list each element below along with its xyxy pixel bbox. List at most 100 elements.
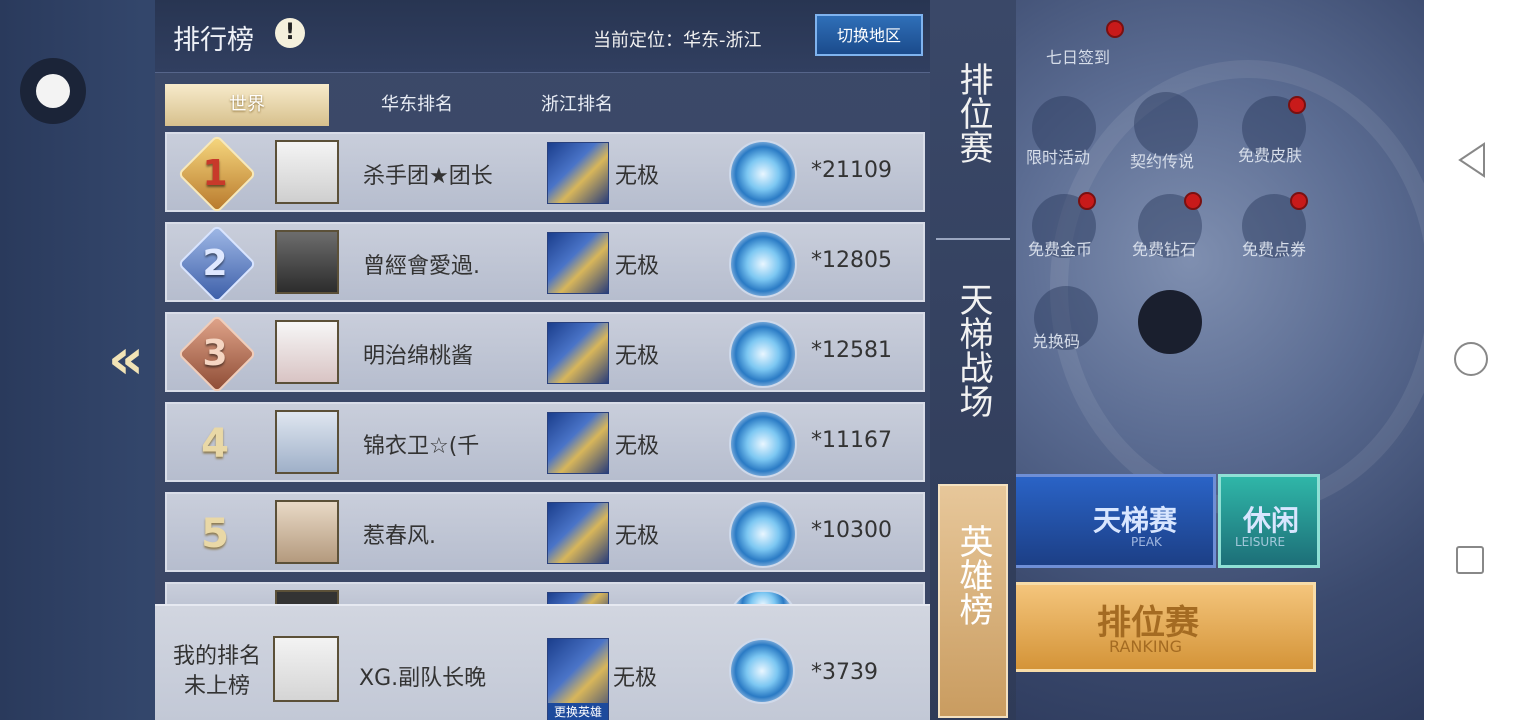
score: *10300 (811, 518, 892, 543)
back-chevron-icon[interactable]: « (104, 330, 148, 390)
rank-badge-icon (729, 320, 797, 388)
free-gold-label: 免费金币 (1028, 240, 1093, 259)
bronze-medal-icon: 3 (177, 314, 257, 394)
tab-ladder-battlefield[interactable]: 天梯战场 (938, 282, 1008, 418)
avatar[interactable] (273, 636, 339, 702)
my-rank-row: 我的排名 未上榜 XG.副队长晚 更换英雄 无极 *3739 (155, 604, 930, 720)
switch-region-button[interactable]: 切换地区 (815, 14, 923, 56)
player-name: 惹春风. (363, 524, 436, 549)
notification-dot (1078, 192, 1096, 210)
info-icon[interactable]: ! (275, 18, 305, 48)
player-name: 明治绵桃酱 (363, 344, 474, 369)
contract-legend-label: 契约传说 (1130, 152, 1195, 171)
leisure-sublabel: LEISURE (1235, 535, 1286, 549)
ranking-sublabel: RANKING (1109, 637, 1182, 656)
score: *12581 (811, 338, 892, 363)
avatar[interactable] (275, 500, 339, 564)
game-area: 交 七日签到 限时活动 契约传说 免费皮肤 免费金币 免费钻石 免费点券 兑换码… (0, 0, 1424, 720)
tab-ladder-battlefield-label: 天梯战场 (953, 282, 993, 418)
table-row[interactable]: 1 杀手团★团长 无极 *21109 (165, 132, 925, 214)
my-hero-portrait[interactable]: 更换英雄 (547, 638, 609, 720)
system-nav-bar (1424, 0, 1520, 720)
leisure-button[interactable]: 休闲 LEISURE (1218, 474, 1320, 568)
notification-dot (1290, 192, 1308, 210)
player-name: 杀手团★团长 (363, 164, 493, 189)
player-name: 锦衣卫☆(千 (363, 434, 480, 459)
hero-name: 无极 (615, 254, 660, 279)
table-row[interactable]: 3 明治绵桃酱 无极 *12581 (165, 312, 925, 394)
hero-portrait[interactable] (547, 412, 609, 474)
assist-ball-dot-icon (36, 74, 70, 108)
hero-name: 无极 (615, 164, 660, 189)
avatar[interactable] (275, 140, 339, 204)
rank-tabs: 世界 华东排名 浙江排名 (165, 72, 925, 128)
my-rank-status: 未上榜 (183, 674, 250, 699)
ranking-button[interactable]: 排位赛 RANKING (1008, 582, 1316, 672)
recent-apps-icon[interactable] (1456, 546, 1484, 574)
back-icon[interactable] (1456, 140, 1488, 180)
current-location: 当前定位：华东-浙江 (593, 30, 762, 51)
my-rank-title: 我的排名 (172, 644, 261, 669)
hero-name: 无极 (615, 344, 660, 369)
rank-badge-icon (729, 140, 797, 208)
tab-ranked-label: 排位赛 (953, 62, 993, 164)
rank-badge-icon (729, 230, 797, 298)
hero-portrait[interactable] (547, 322, 609, 384)
ladder-button[interactable]: 天梯赛 PEAK (1010, 474, 1216, 568)
rank-number: 5 (201, 511, 229, 557)
free-voucher-label: 免费点券 (1242, 240, 1307, 259)
avatar[interactable] (275, 320, 339, 384)
my-score: *3739 (811, 660, 878, 685)
rank-number: 4 (201, 421, 229, 467)
redeem-code-label: 兑换码 (1032, 332, 1081, 351)
my-player-name: XG.副队长晚 (359, 666, 487, 691)
side-tabs: 排位赛 天梯战场 英雄榜 (930, 0, 1016, 720)
hero-portrait[interactable] (547, 232, 609, 294)
gold-medal-icon: 1 (177, 134, 257, 214)
hero-portrait[interactable] (547, 502, 609, 564)
avatar[interactable] (275, 410, 339, 474)
table-row[interactable]: 4 锦衣卫☆(千 无极 *11167 (165, 402, 925, 482)
my-hero-name: 无极 (613, 666, 658, 691)
score: *12805 (811, 248, 892, 273)
score: *11167 (811, 428, 892, 453)
free-diamond-label: 免费钻石 (1132, 240, 1197, 259)
avatar[interactable] (275, 230, 339, 294)
sound-icon[interactable] (1138, 290, 1202, 354)
notification-dot (1184, 192, 1202, 210)
player-name: 曾經會愛過. (363, 254, 480, 279)
tab-ranked[interactable]: 排位赛 (938, 62, 1008, 164)
rank-badge-icon (729, 410, 797, 478)
ladder-label: 天梯赛 (1093, 504, 1178, 537)
page-title: 排行榜 (173, 25, 254, 56)
free-skin-label: 免费皮肤 (1238, 146, 1303, 165)
tab-hero-board[interactable]: 英雄榜 (938, 484, 1008, 718)
rank-badge-icon (729, 500, 797, 568)
tab-east-china[interactable]: 华东排名 (365, 84, 469, 126)
ladder-sublabel: PEAK (1131, 535, 1162, 549)
home-icon[interactable] (1454, 342, 1488, 376)
tab-hero-board-label: 英雄榜 (953, 524, 993, 626)
notification-dot (1106, 20, 1124, 38)
hero-name: 无极 (615, 524, 660, 549)
leisure-label: 休闲 (1243, 504, 1300, 537)
leaderboard-panel: 排行榜 ! 当前定位：华东-浙江 切换地区 世界 华东排名 浙江排名 1 杀手团… (155, 0, 930, 720)
table-row[interactable]: 2 曾經會愛過. 无极 *12805 (165, 222, 925, 304)
seven-day-checkin-label[interactable]: 七日签到 (1046, 44, 1110, 68)
change-hero-button[interactable]: 更换英雄 (548, 703, 608, 720)
my-rank-label: 我的排名 未上榜 (169, 642, 265, 702)
hero-portrait[interactable] (547, 142, 609, 204)
score: *21109 (811, 158, 892, 183)
limited-event-label: 限时活动 (1026, 148, 1091, 167)
notification-dot (1288, 96, 1306, 114)
table-row[interactable]: 5 惹春风. 无极 *10300 (165, 492, 925, 572)
panel-header: 排行榜 ! 当前定位：华东-浙江 切换地区 (155, 0, 930, 73)
divider (936, 238, 1010, 240)
contract-legend-icon[interactable] (1134, 92, 1198, 156)
floating-assist-ball[interactable] (20, 58, 86, 124)
tab-world[interactable]: 世界 (165, 84, 329, 126)
tab-zhejiang[interactable]: 浙江排名 (525, 84, 629, 126)
hero-name: 无极 (615, 434, 660, 459)
silver-medal-icon: 2 (177, 224, 257, 304)
rank-badge-icon (729, 638, 795, 704)
